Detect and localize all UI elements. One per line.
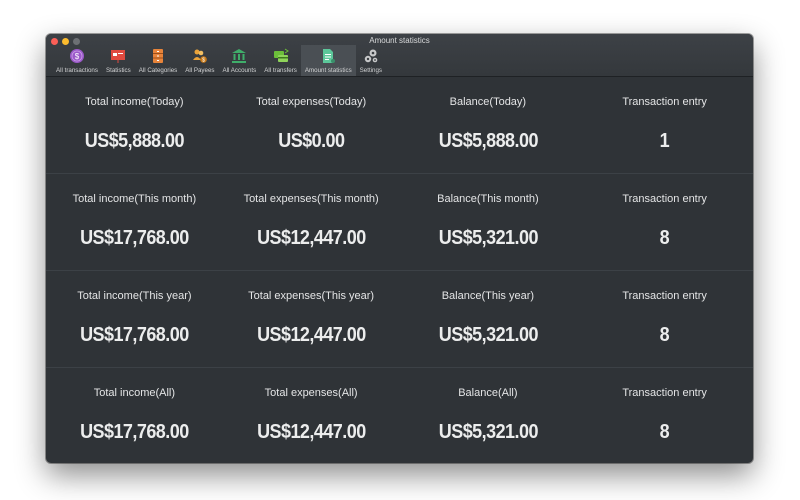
stat-value: 8	[659, 324, 670, 346]
stat-label: Total expenses(This month)	[243, 193, 379, 205]
toolbar-all-transactions[interactable]: $ All transactions	[52, 45, 102, 76]
toolbar-all-categories[interactable]: All Categories	[135, 45, 182, 76]
stat-label: Balance(This month)	[437, 193, 539, 205]
stats-row-all: Total income(All) US$17,768.00 Total expe…	[46, 368, 753, 463]
card-transfer-icon	[272, 47, 290, 65]
stat-value: US$17,768.00	[80, 324, 189, 346]
people-coin-icon: $	[191, 47, 209, 65]
gears-icon	[362, 47, 380, 65]
total-expenses-cell: Total expenses(Today) US$0.00	[223, 77, 400, 173]
stat-value: US$5,888.00	[84, 130, 185, 152]
total-income-cell: Total income(This month) US$17,768.00	[46, 174, 223, 270]
total-income-cell: Total income(This year) US$17,768.00	[46, 271, 223, 367]
stat-label: Balance(Today)	[449, 96, 527, 108]
window-title: Amount statistics	[369, 36, 430, 45]
transaction-entry-cell: Transaction entry 8	[576, 174, 753, 270]
total-income-cell: Total income(All) US$17,768.00	[46, 368, 223, 463]
svg-text:$: $	[202, 58, 205, 64]
stat-value: US$5,321.00	[438, 227, 538, 249]
toolbar-all-payees[interactable]: $ All Payees	[181, 45, 218, 76]
total-income-cell: Total income(Today) US$5,888.00	[46, 77, 223, 173]
transaction-entry-cell: Transaction entry 8	[576, 368, 753, 463]
toolbar-settings[interactable]: Settings	[356, 45, 386, 76]
toolbar-all-transfers[interactable]: All transfers	[260, 45, 301, 76]
stat-value: 1	[659, 130, 670, 152]
stats-row-this-year: Total income(This year) US$17,768.00 Tota…	[46, 271, 753, 368]
drawer-cabinet-icon	[149, 47, 167, 65]
total-expenses-cell: Total expenses(This year) US$12,447.00	[223, 271, 400, 367]
toolbar: $ All transactions Statistics All Catego…	[52, 45, 386, 76]
balance-cell: Balance(All) US$5,321.00	[400, 368, 577, 463]
stat-value: US$5,321.00	[438, 324, 538, 346]
stat-label: Total income(Today)	[85, 96, 184, 108]
stat-label: Transaction entry	[622, 387, 707, 399]
document-calc-icon	[319, 47, 337, 65]
stat-label: Transaction entry	[622, 193, 707, 205]
stat-value: US$17,768.00	[80, 421, 189, 443]
stat-label: Total expenses(Today)	[256, 96, 367, 108]
stats-row-today: Total income(Today) US$5,888.00 Total exp…	[46, 77, 753, 174]
stat-label: Total expenses(This year)	[248, 290, 375, 302]
bank-icon	[230, 47, 248, 65]
stat-value: US$5,321.00	[438, 421, 538, 443]
title-bar: Amount statistics $ All transactions Sta…	[46, 34, 753, 77]
stat-value: US$5,888.00	[438, 130, 538, 152]
stat-label: Total income(All)	[93, 387, 176, 399]
transaction-entry-cell: Transaction entry 1	[576, 77, 753, 173]
stat-label: Total income(This month)	[72, 193, 197, 205]
stat-label: Balance(This year)	[441, 290, 535, 302]
stat-value: US$17,768.00	[80, 227, 189, 249]
transaction-entry-cell: Transaction entry 8	[576, 271, 753, 367]
stat-label: Total income(This year)	[77, 290, 192, 302]
toolbar-statistics[interactable]: Statistics	[102, 45, 135, 76]
stat-label: Balance(All)	[458, 387, 518, 399]
balance-cell: Balance(This month) US$5,321.00	[400, 174, 577, 270]
statistics-grid: Total income(Today) US$5,888.00 Total exp…	[46, 77, 753, 463]
toolbar-all-accounts[interactable]: All Accounts	[219, 45, 261, 76]
stat-value: US$0.00	[277, 130, 345, 152]
balance-cell: Balance(Today) US$5,888.00	[400, 77, 577, 173]
stat-label: Transaction entry	[622, 96, 707, 108]
balance-cell: Balance(This year) US$5,321.00	[400, 271, 577, 367]
app-window: Amount statistics $ All transactions Sta…	[46, 34, 753, 463]
dollar-circle-icon: $	[68, 47, 86, 65]
stats-row-this-month: Total income(This month) US$17,768.00 Tot…	[46, 174, 753, 271]
total-expenses-cell: Total expenses(All) US$12,447.00	[223, 368, 400, 463]
stat-value: US$12,447.00	[256, 324, 366, 346]
total-expenses-cell: Total expenses(This month) US$12,447.00	[223, 174, 400, 270]
toolbar-amount-statistics[interactable]: Amount statistics	[300, 45, 356, 76]
stat-label: Total expenses(All)	[264, 387, 358, 399]
stat-value: 8	[659, 421, 670, 443]
svg-text:$: $	[75, 52, 80, 61]
presentation-chart-icon	[109, 47, 127, 65]
stat-value: 8	[659, 227, 670, 249]
stat-value: US$12,447.00	[256, 227, 366, 249]
stat-label: Transaction entry	[622, 290, 707, 302]
stat-value: US$12,447.00	[256, 421, 366, 443]
